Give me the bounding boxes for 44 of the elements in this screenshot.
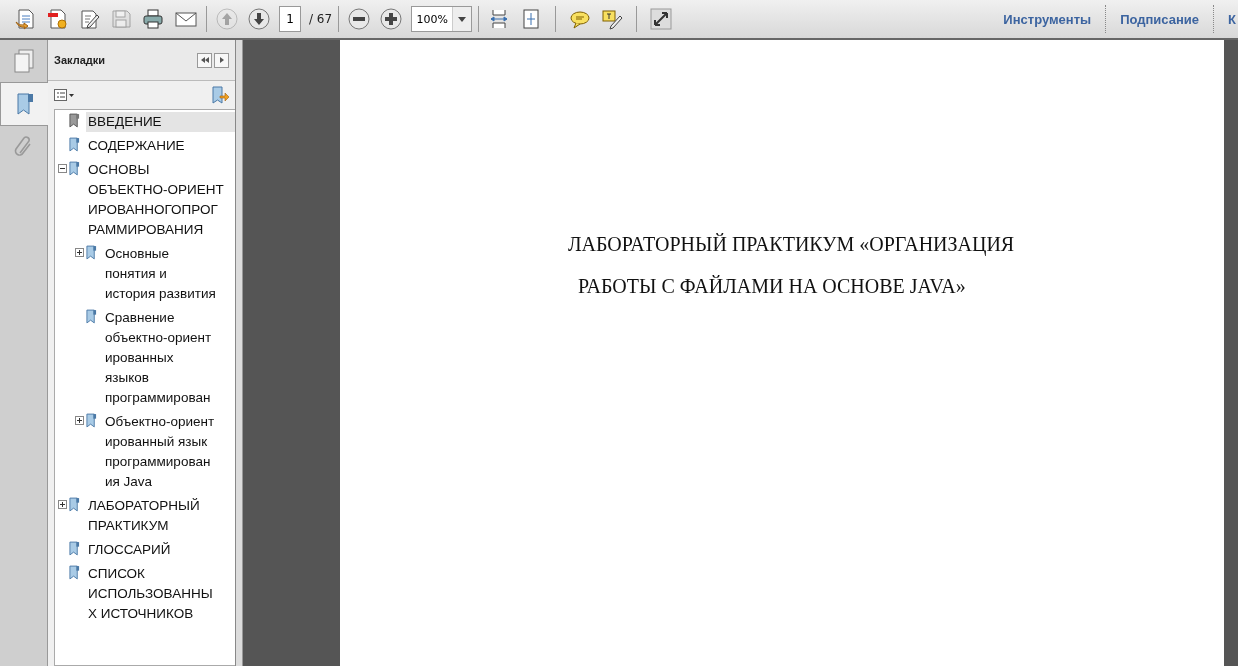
bookmark-item[interactable]: ЛАБОРАТОРНЫЙ ПРАКТИКУМ <box>86 496 235 536</box>
page-total: / 67 <box>309 12 333 26</box>
bookmark-icon <box>69 565 80 580</box>
bookmark-item[interactable]: СПИСОК ИСПОЛЬЗОВАННЫ Х ИСТОЧНИКОВ <box>86 564 235 624</box>
expand-panel-button[interactable] <box>214 52 229 68</box>
bookmark-arrow-icon <box>211 86 229 104</box>
bookmark-icon <box>86 413 97 428</box>
toolbar-tab[interactable]: К <box>1214 11 1238 27</box>
collapse-panel-button[interactable] <box>197 52 212 68</box>
bookmark-item[interactable]: Основные понятия и история развития <box>103 244 235 304</box>
toolbar-tab[interactable]: Подписание <box>1106 11 1214 27</box>
expand-icon <box>650 8 673 30</box>
document-title: ЛАБОРАТОРНЫЙ ПРАКТИКУМ «ОРГАНИЗАЦИЯ РАБОТЫ С ФАЙЛАМИ НА ОСНОВЕ JAVA» <box>568 232 1016 299</box>
bookmark-item[interactable]: ОСНОВЫ ОБЪЕКТНО-ОРИЕНТ ИРОВАННОГОПРОГ РАММИРОВАНИЯ <box>86 160 235 240</box>
pages-icon <box>12 49 35 73</box>
bookmark-icon <box>86 309 97 324</box>
bookmark-icon <box>69 541 80 556</box>
bookmark-item[interactable]: Сравнение объектно-ориент ированных языков программирован <box>103 308 235 408</box>
document-badge-icon <box>46 8 70 30</box>
double-left-arrow-icon <box>199 55 210 65</box>
bookmark-icon <box>69 113 80 128</box>
minus-icon <box>348 8 371 30</box>
bookmark-item[interactable]: СОДЕРЖАНИЕ <box>86 136 235 156</box>
bookmark-icon <box>86 245 97 260</box>
zoom-dropdown[interactable]: 100% <box>411 6 473 32</box>
new-bookmark-button[interactable] <box>211 86 229 104</box>
plus-icon <box>380 8 403 30</box>
toolbar-tab[interactable]: Инструменты <box>989 11 1106 27</box>
bookmark-item[interactable]: ВВЕДЕНИЕ <box>86 112 235 132</box>
page-number-field[interactable]: 1 <box>279 6 301 32</box>
bookmark-icon <box>69 497 80 512</box>
bookmark-icon <box>69 137 80 152</box>
bookmarks-tab[interactable] <box>0 82 48 126</box>
document-pencil-icon <box>78 8 102 30</box>
list-menu-icon <box>54 89 74 101</box>
speech-bubble-icon <box>569 8 592 30</box>
bookmark-item[interactable]: Объектно-ориент ированный язык программирован ия Java <box>103 412 235 492</box>
text-pen-icon <box>601 8 624 30</box>
options-menu-button[interactable] <box>54 89 74 101</box>
panel-title: Закладки <box>54 54 105 66</box>
bookmark-item[interactable]: ГЛОССАРИЙ <box>86 540 235 560</box>
bookmark-icon <box>69 161 80 176</box>
printer-icon <box>142 8 166 30</box>
caret-icon <box>458 16 467 22</box>
